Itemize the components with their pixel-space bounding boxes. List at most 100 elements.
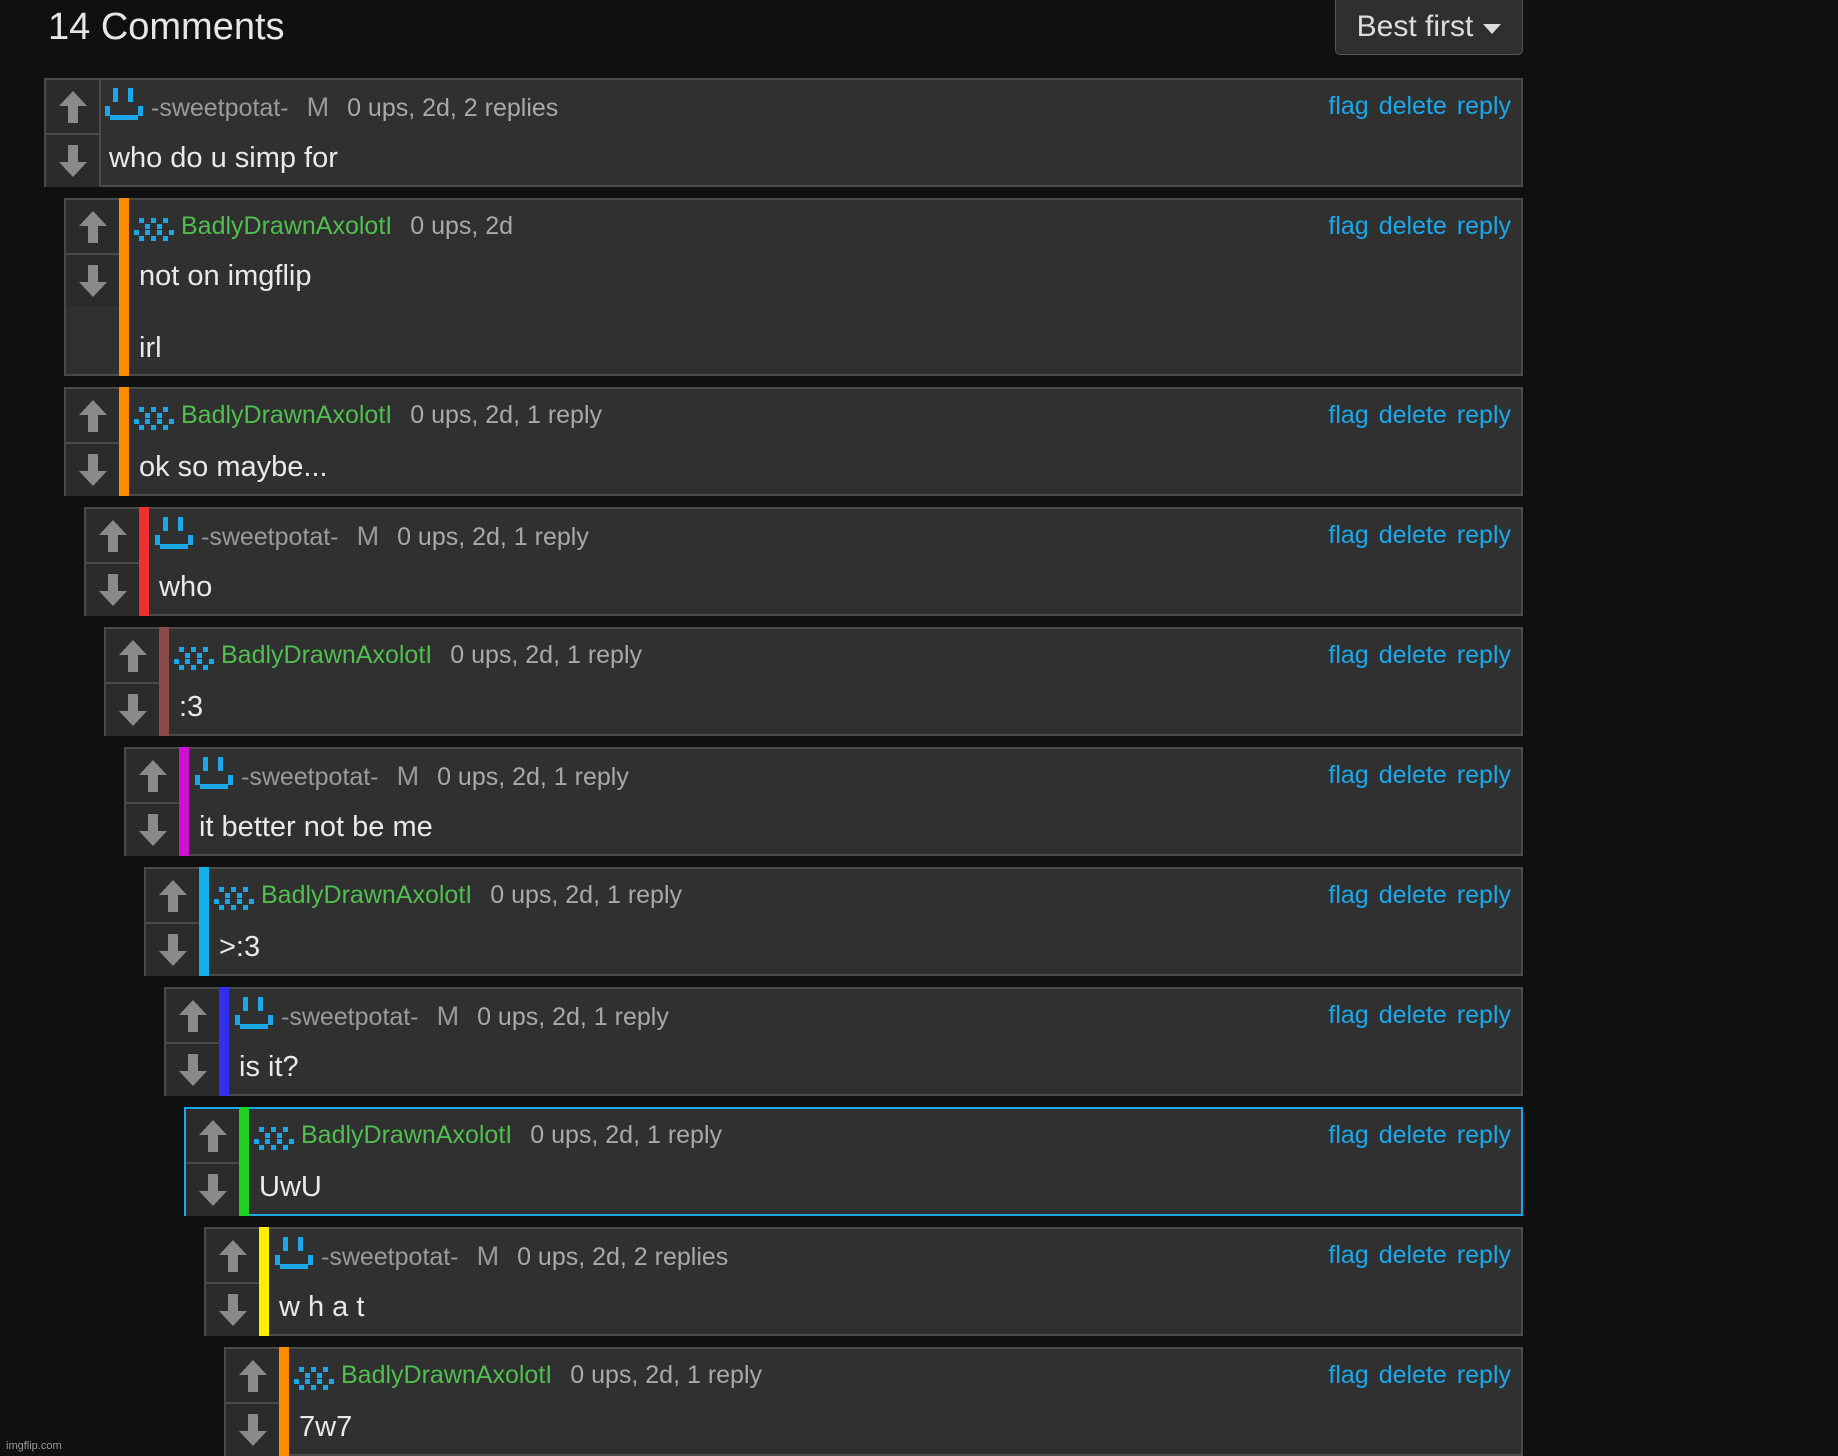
upvote-arrow-icon[interactable]	[86, 509, 139, 564]
comment-username[interactable]: -sweetpotat-	[241, 763, 379, 792]
comment-username[interactable]: -sweetpotat-	[201, 523, 339, 552]
comment-stats: 0 ups, 2d, 1 reply	[477, 1003, 669, 1031]
axolotl-avatar-icon[interactable]	[253, 1113, 295, 1155]
downvote-arrow-icon[interactable]	[66, 443, 119, 496]
delete-link[interactable]: delete	[1379, 1121, 1447, 1150]
flag-link[interactable]: flag	[1328, 212, 1368, 241]
axolotl-avatar-icon[interactable]	[293, 1353, 335, 1395]
delete-link[interactable]: delete	[1379, 212, 1447, 241]
downvote-arrow-icon[interactable]	[206, 1283, 259, 1336]
vote-column	[86, 509, 141, 616]
flag-link[interactable]: flag	[1328, 401, 1368, 430]
comment-text: it better not be me	[199, 811, 433, 843]
axolotl-avatar-icon[interactable]	[173, 633, 215, 675]
reply-link[interactable]: reply	[1457, 1361, 1511, 1390]
downvote-arrow-icon[interactable]	[106, 683, 159, 736]
reply-link[interactable]: reply	[1457, 1001, 1511, 1030]
flag-link[interactable]: flag	[1328, 1241, 1368, 1270]
comment-text: is it?	[239, 1051, 299, 1083]
reply-link[interactable]: reply	[1457, 212, 1511, 241]
axolotl-avatar-icon[interactable]	[133, 393, 175, 435]
flag-link[interactable]: flag	[1328, 881, 1368, 910]
comment-username[interactable]: -sweetpotat-	[281, 1003, 419, 1032]
sort-dropdown-button[interactable]: Best first	[1335, 0, 1523, 55]
downvote-arrow-icon[interactable]	[46, 134, 99, 187]
reply-link[interactable]: reply	[1457, 521, 1511, 550]
reply-link[interactable]: reply	[1457, 761, 1511, 790]
delete-link[interactable]: delete	[1379, 1001, 1447, 1030]
smile-avatar-icon[interactable]	[193, 753, 235, 795]
comment-actions: flag delete reply	[1328, 92, 1511, 121]
upvote-arrow-icon[interactable]	[66, 389, 119, 444]
comment-username[interactable]: BadlyDrawnAxolotI	[341, 1361, 552, 1390]
comment-username[interactable]: BadlyDrawnAxolotI	[301, 1121, 512, 1150]
smile-avatar-icon[interactable]	[233, 993, 275, 1035]
thread-depth-stripe	[199, 867, 209, 976]
comment: BadlyDrawnAxolotI 0 ups, 2d, 1 reply flag d…	[224, 1347, 1523, 1456]
downvote-arrow-icon[interactable]	[166, 1043, 219, 1096]
reply-link[interactable]: reply	[1457, 401, 1511, 430]
delete-link[interactable]: delete	[1379, 1241, 1447, 1270]
flag-link[interactable]: flag	[1328, 1121, 1368, 1150]
upvote-arrow-icon[interactable]	[206, 1229, 259, 1284]
delete-link[interactable]: delete	[1379, 641, 1447, 670]
reply-link[interactable]: reply	[1457, 641, 1511, 670]
comment-actions: flag delete reply	[1328, 521, 1511, 550]
vote-column	[106, 629, 161, 736]
upvote-arrow-icon[interactable]	[146, 869, 199, 924]
comment-username[interactable]: BadlyDrawnAxolotI	[221, 641, 432, 670]
reply-link[interactable]: reply	[1457, 1241, 1511, 1270]
upvote-arrow-icon[interactable]	[166, 989, 219, 1044]
comment: -sweetpotat- M 0 ups, 2d, 2 replies flag del…	[204, 1227, 1523, 1336]
reply-link[interactable]: reply	[1457, 1121, 1511, 1150]
upvote-arrow-icon[interactable]	[126, 749, 179, 804]
downvote-arrow-icon[interactable]	[86, 563, 139, 616]
comment-meta: -sweetpotat- M 0 ups, 2d, 2 replies	[151, 92, 558, 123]
delete-link[interactable]: delete	[1379, 1361, 1447, 1390]
upvote-arrow-icon[interactable]	[106, 629, 159, 684]
comment-username[interactable]: BadlyDrawnAxolotI	[261, 881, 472, 910]
flag-link[interactable]: flag	[1328, 521, 1368, 550]
axolotl-avatar-icon[interactable]	[213, 873, 255, 915]
delete-link[interactable]: delete	[1379, 92, 1447, 121]
downvote-arrow-icon[interactable]	[186, 1163, 239, 1216]
upvote-arrow-icon[interactable]	[66, 200, 119, 255]
flag-link[interactable]: flag	[1328, 641, 1368, 670]
comment-actions: flag delete reply	[1328, 881, 1511, 910]
delete-link[interactable]: delete	[1379, 401, 1447, 430]
comment-username[interactable]: -sweetpotat-	[151, 94, 289, 123]
vote-column	[126, 749, 181, 856]
comment-meta: BadlyDrawnAxolotI 0 ups, 2d, 1 reply	[221, 641, 642, 670]
upvote-arrow-icon[interactable]	[226, 1349, 279, 1404]
downvote-arrow-icon[interactable]	[146, 923, 199, 976]
sort-label: Best first	[1356, 10, 1474, 43]
delete-link[interactable]: delete	[1379, 761, 1447, 790]
comment-actions: flag delete reply	[1328, 1361, 1511, 1390]
comment: -sweetpotat- M 0 ups, 2d, 1 reply flag delet…	[124, 747, 1523, 856]
upvote-arrow-icon[interactable]	[186, 1109, 239, 1164]
reply-link[interactable]: reply	[1457, 881, 1511, 910]
vote-column	[166, 989, 221, 1096]
downvote-arrow-icon[interactable]	[126, 803, 179, 856]
downvote-arrow-icon[interactable]	[66, 254, 119, 307]
delete-link[interactable]: delete	[1379, 881, 1447, 910]
comment-text: who	[159, 571, 213, 603]
comment-text: w h a t	[279, 1291, 365, 1323]
upvote-arrow-icon[interactable]	[46, 80, 99, 135]
flag-link[interactable]: flag	[1328, 1001, 1368, 1030]
flag-link[interactable]: flag	[1328, 761, 1368, 790]
comment-username[interactable]: -sweetpotat-	[321, 1243, 459, 1272]
flag-link[interactable]: flag	[1328, 92, 1368, 121]
comment-meta: BadlyDrawnAxolotI 0 ups, 2d	[181, 212, 513, 241]
smile-avatar-icon[interactable]	[103, 84, 145, 126]
delete-link[interactable]: delete	[1379, 521, 1447, 550]
comment-username[interactable]: BadlyDrawnAxolotI	[181, 401, 392, 430]
thread-depth-stripe	[179, 747, 189, 856]
smile-avatar-icon[interactable]	[273, 1233, 315, 1275]
vote-column	[186, 1109, 241, 1216]
flag-link[interactable]: flag	[1328, 1361, 1368, 1390]
smile-avatar-icon[interactable]	[153, 513, 195, 555]
reply-link[interactable]: reply	[1457, 92, 1511, 121]
downvote-arrow-icon[interactable]	[226, 1403, 279, 1456]
comment-username[interactable]: BadlyDrawnAxolotI	[181, 212, 392, 241]
